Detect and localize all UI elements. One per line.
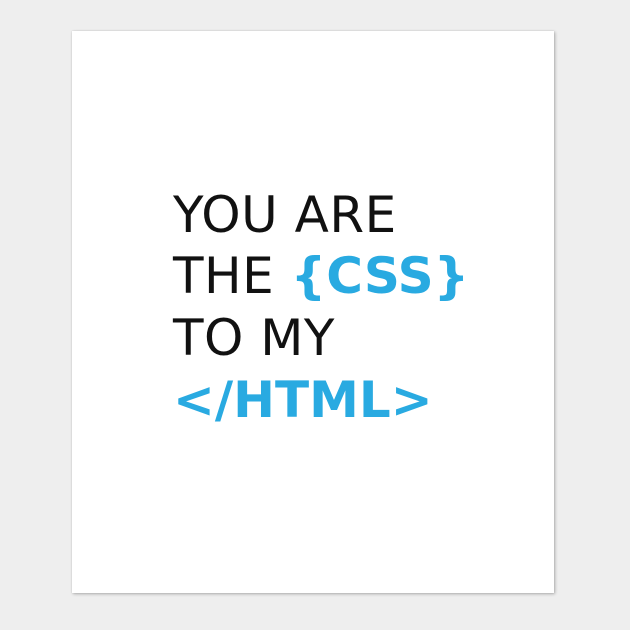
poster-line-3: TO MY [173, 309, 335, 367]
poster-line-2-prefix: THE [173, 247, 291, 305]
poster-line-2: THE {CSS} [173, 251, 469, 301]
poster-line-1: YOU ARE [173, 186, 397, 244]
html-code-text: </HTML> [173, 371, 433, 429]
css-code-text: {CSS} [290, 247, 470, 305]
poster-print: YOU ARE THE {CSS} TO MY </HTML> [72, 31, 554, 593]
